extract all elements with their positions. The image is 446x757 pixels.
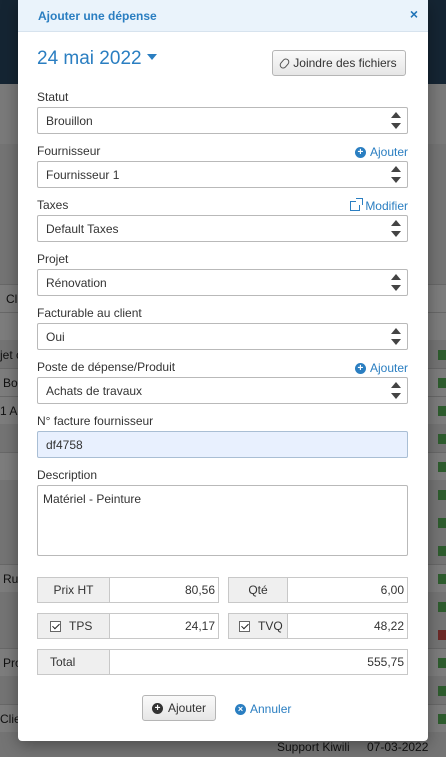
tvq-label-text: TVQ bbox=[258, 619, 283, 633]
project-select[interactable]: Rénovation bbox=[37, 269, 408, 296]
plus-circle-icon: + bbox=[354, 362, 366, 374]
plus-circle-icon: + bbox=[354, 146, 366, 158]
expense-item-value: Achats de travaux bbox=[46, 383, 143, 398]
paperclip-icon bbox=[278, 56, 292, 70]
quantity-value: 6,00 bbox=[380, 583, 404, 597]
plus-circle-icon: + bbox=[151, 702, 163, 714]
tps-value: 24,17 bbox=[184, 619, 215, 633]
select-arrows-icon bbox=[391, 328, 401, 345]
taxes-select[interactable]: Default Taxes bbox=[37, 215, 408, 242]
tvq-label[interactable]: TVQ bbox=[228, 613, 288, 639]
invoice-number-label: N° facture fournisseur bbox=[37, 414, 154, 428]
price-ht-label: Prix HT bbox=[37, 577, 110, 603]
description-label: Description bbox=[37, 468, 98, 482]
cancel-link[interactable]: × Annuler bbox=[235, 702, 291, 716]
supplier-label: Fournisseur bbox=[37, 144, 101, 158]
dialog-header: Ajouter une dépense × bbox=[18, 0, 428, 32]
tps-value-field[interactable]: 24,17 bbox=[109, 613, 219, 639]
total-label-text: Total bbox=[50, 655, 76, 669]
supplier-select[interactable]: Fournisseur 1 bbox=[37, 161, 408, 188]
status-value: Brouillon bbox=[46, 113, 93, 128]
expense-item-select[interactable]: Achats de travaux bbox=[37, 377, 408, 404]
tps-label-text: TPS bbox=[69, 619, 93, 633]
dialog-title: Ajouter une dépense bbox=[38, 9, 157, 23]
attach-files-label: Joindre des fichiers bbox=[293, 56, 397, 70]
description-textarea[interactable]: Matériel - Peinture bbox=[37, 485, 408, 556]
date-value: 24 mai 2022 bbox=[37, 48, 142, 69]
billable-value: Oui bbox=[46, 329, 65, 344]
external-link-icon bbox=[350, 198, 364, 211]
cancel-label: Annuler bbox=[250, 702, 292, 716]
select-arrows-icon bbox=[391, 220, 401, 237]
total-label: Total bbox=[37, 649, 110, 675]
add-button-label: Ajouter bbox=[167, 701, 207, 715]
expense-item-label: Poste de dépense/Produit bbox=[37, 360, 176, 374]
billable-label: Facturable au client bbox=[37, 306, 142, 320]
tps-label[interactable]: TPS bbox=[37, 613, 110, 639]
project-label: Projet bbox=[37, 252, 69, 266]
select-arrows-icon bbox=[391, 382, 401, 399]
tvq-value-field[interactable]: 48,22 bbox=[287, 613, 408, 639]
add-expense-item-label: Ajouter bbox=[369, 361, 408, 375]
supplier-value: Fournisseur 1 bbox=[46, 167, 120, 182]
billable-select[interactable]: Oui bbox=[37, 323, 408, 350]
add-expense-dialog: Ajouter une dépense × 24 mai 2022 Joindr… bbox=[18, 0, 428, 741]
price-ht-value: 80,56 bbox=[184, 583, 215, 597]
add-expense-item-link[interactable]: + Ajouter bbox=[354, 361, 408, 375]
caret-down-icon bbox=[146, 53, 157, 60]
price-ht-input[interactable]: 80,56 bbox=[109, 577, 219, 603]
add-supplier-label: Ajouter bbox=[369, 145, 408, 159]
times-circle-icon: × bbox=[235, 703, 246, 715]
taxes-label: Taxes bbox=[37, 198, 69, 212]
status-select[interactable]: Brouillon bbox=[37, 107, 408, 134]
add-button[interactable]: + Ajouter bbox=[142, 695, 216, 721]
project-value: Rénovation bbox=[46, 275, 107, 290]
tvq-checkbox[interactable] bbox=[239, 620, 250, 632]
edit-taxes-link[interactable]: Modifier bbox=[350, 198, 408, 213]
tvq-value: 48,22 bbox=[373, 619, 404, 633]
total-value-field: 555,75 bbox=[109, 649, 408, 675]
price-ht-label-text: Prix HT bbox=[53, 583, 94, 597]
quantity-label: Qté bbox=[228, 577, 288, 603]
select-arrows-icon bbox=[391, 166, 401, 183]
tps-checkbox[interactable] bbox=[50, 620, 61, 632]
taxes-value: Default Taxes bbox=[46, 221, 119, 236]
invoice-number-input[interactable] bbox=[37, 431, 408, 458]
date-picker[interactable]: 24 mai 2022 bbox=[37, 48, 157, 70]
attach-files-button[interactable]: Joindre des fichiers bbox=[272, 50, 406, 76]
quantity-label-text: Qté bbox=[248, 583, 268, 597]
close-icon[interactable]: × bbox=[410, 6, 418, 22]
status-label: Statut bbox=[37, 90, 69, 104]
select-arrows-icon bbox=[391, 274, 401, 291]
total-value: 555,75 bbox=[367, 655, 404, 669]
add-supplier-link[interactable]: + Ajouter bbox=[354, 145, 408, 159]
quantity-input[interactable]: 6,00 bbox=[287, 577, 408, 603]
edit-taxes-label: Modifier bbox=[365, 199, 408, 213]
select-arrows-icon bbox=[391, 112, 401, 129]
